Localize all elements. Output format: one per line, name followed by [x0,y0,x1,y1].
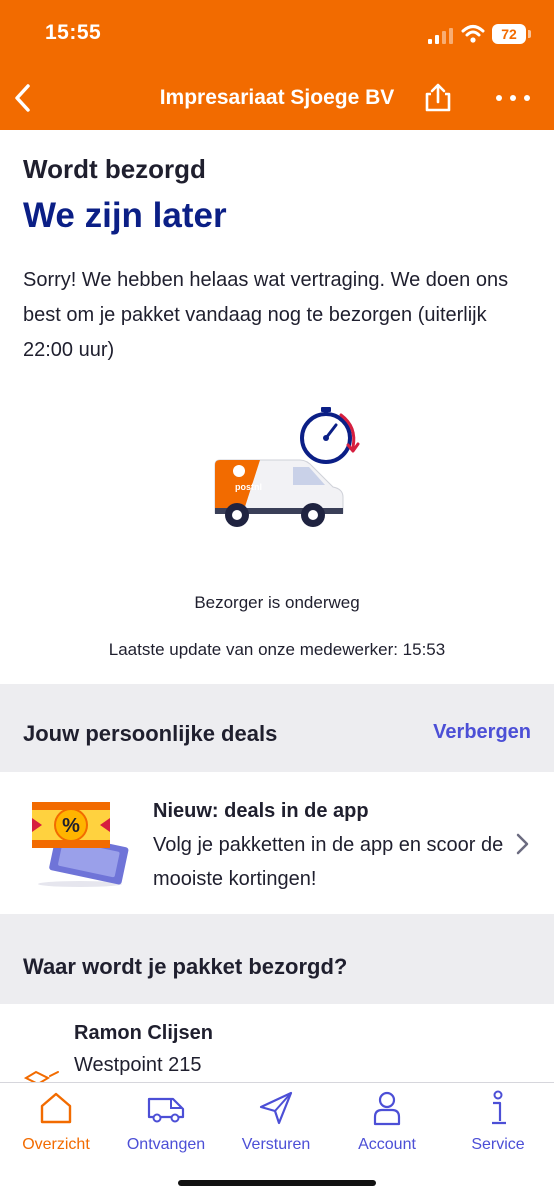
deal-card[interactable]: % Nieuw: deals in de app Volg je pakkett… [0,772,554,914]
battery-indicator: 72 [492,24,531,44]
tab-label: Versturen [241,1136,311,1153]
deal-description: Volg je pakketten in de app en scoor de … [153,834,504,890]
share-icon[interactable] [422,82,454,114]
deals-header: Jouw persoonlijke deals Verbergen [0,684,554,772]
recipient-street: Westpoint 215 [74,1054,202,1076]
tab-label: Service [471,1136,525,1153]
hide-deals-button[interactable]: Verbergen [433,721,531,744]
discount-badge: % [62,815,80,837]
status-title: We zijn later [23,196,227,235]
address-details: Ramon Clijsen Westpoint 215 [0,1004,554,1082]
more-icon-dot [496,95,502,101]
delivery-status-section: Wordt bezorgd We zijn later Sorry! We he… [0,130,554,684]
deals-title: Jouw persoonlijke deals [23,721,278,746]
tab-overzicht[interactable]: Overzicht [1,1089,111,1159]
info-icon [492,1090,506,1125]
recipient-name: Ramon Clijsen [74,1022,213,1044]
address-header: Waar wordt je pakket bezorgd? [0,914,554,1004]
chevron-right-icon [516,833,529,855]
tab-versturen[interactable]: Versturen [221,1089,331,1159]
courier-status: Bezorger is onderweg [194,593,360,612]
deal-title: Nieuw: deals in de app [153,800,369,822]
tab-service[interactable]: Service [443,1089,553,1159]
status-message: Sorry! We hebben helaas wat vertraging. … [23,269,509,361]
address-title: Waar wordt je pakket bezorgd? [23,954,348,979]
navigation-bar: Impresariaat Sjoege BV [0,70,554,130]
app-header: 15:55 72 Impresariaat Sjoege BV [0,0,554,130]
van-icon [147,1097,185,1123]
more-icon-dot [510,95,516,101]
more-icon-dot [524,95,530,101]
more-options-button[interactable] [496,82,530,114]
cellular-signal-icon [428,28,453,44]
tab-label: Overzicht [22,1136,90,1153]
status-bar: 15:55 72 [0,0,554,70]
last-update: Laatste update van onze medewerker: 15:5… [108,640,446,659]
wifi-icon [461,25,485,43]
parcel-icon [24,1070,59,1082]
tab-ontvangen[interactable]: Ontvangen [111,1089,221,1159]
discount-coupon-icon: % [32,802,129,887]
back-button[interactable] [8,78,38,118]
home-icon [40,1092,72,1124]
tab-label: Account [358,1136,416,1153]
status-time: 15:55 [45,21,102,44]
send-icon [259,1091,293,1125]
home-indicator[interactable] [178,1180,376,1186]
page-title: Impresariaat Sjoege BV [159,86,395,109]
status-label: Wordt bezorgd [23,154,206,184]
postnl-logo-text: postnl [235,482,262,492]
tab-label: Ontvangen [126,1136,206,1153]
user-icon [373,1091,401,1126]
delivery-van-illustration: postnl [214,407,360,527]
chevron-left-icon [15,84,30,112]
tab-account[interactable]: Account [332,1089,442,1159]
